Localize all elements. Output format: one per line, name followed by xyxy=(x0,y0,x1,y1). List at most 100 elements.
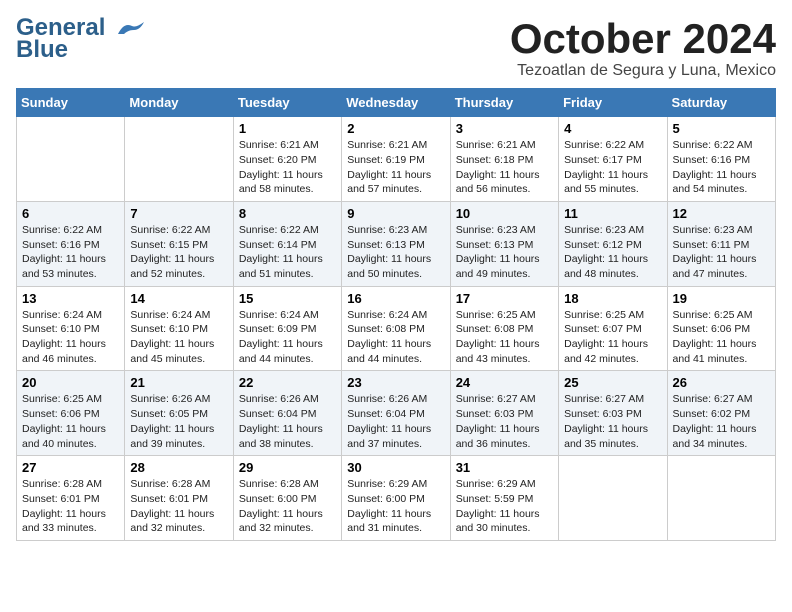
day-number: 28 xyxy=(130,460,227,475)
sunrise-label: Sunrise: 6:23 AM xyxy=(673,224,753,236)
sunrise-label: Sunrise: 6:21 AM xyxy=(347,139,427,151)
sunset-label: Sunset: 6:14 PM xyxy=(239,239,317,251)
day-number: 22 xyxy=(239,375,336,390)
sunrise-label: Sunrise: 6:24 AM xyxy=(130,309,210,321)
day-info: Sunrise: 6:26 AM Sunset: 6:04 PM Dayligh… xyxy=(239,392,336,451)
daylight-label: Daylight: 11 hours and 42 minutes. xyxy=(564,338,648,365)
calendar-week-row: 6 Sunrise: 6:22 AM Sunset: 6:16 PM Dayli… xyxy=(17,201,776,286)
calendar-cell: 28 Sunrise: 6:28 AM Sunset: 6:01 PM Dayl… xyxy=(125,456,233,541)
sunrise-label: Sunrise: 6:25 AM xyxy=(456,309,536,321)
calendar-cell: 16 Sunrise: 6:24 AM Sunset: 6:08 PM Dayl… xyxy=(342,286,450,371)
sunset-label: Sunset: 6:16 PM xyxy=(673,154,751,166)
daylight-label: Daylight: 11 hours and 33 minutes. xyxy=(22,508,106,535)
calendar-cell: 17 Sunrise: 6:25 AM Sunset: 6:08 PM Dayl… xyxy=(450,286,558,371)
daylight-label: Daylight: 11 hours and 48 minutes. xyxy=(564,253,648,280)
day-info: Sunrise: 6:21 AM Sunset: 6:18 PM Dayligh… xyxy=(456,138,553,197)
day-info: Sunrise: 6:23 AM Sunset: 6:13 PM Dayligh… xyxy=(347,223,444,282)
calendar-cell: 8 Sunrise: 6:22 AM Sunset: 6:14 PM Dayli… xyxy=(233,201,341,286)
day-info: Sunrise: 6:25 AM Sunset: 6:08 PM Dayligh… xyxy=(456,308,553,367)
day-number: 12 xyxy=(673,206,770,221)
daylight-label: Daylight: 11 hours and 36 minutes. xyxy=(456,423,540,450)
day-number: 6 xyxy=(22,206,119,221)
day-number: 31 xyxy=(456,460,553,475)
calendar-cell: 10 Sunrise: 6:23 AM Sunset: 6:13 PM Dayl… xyxy=(450,201,558,286)
daylight-label: Daylight: 11 hours and 31 minutes. xyxy=(347,508,431,535)
daylight-label: Daylight: 11 hours and 56 minutes. xyxy=(456,169,540,196)
sunset-label: Sunset: 6:01 PM xyxy=(130,493,208,505)
day-info: Sunrise: 6:22 AM Sunset: 6:15 PM Dayligh… xyxy=(130,223,227,282)
day-info: Sunrise: 6:22 AM Sunset: 6:16 PM Dayligh… xyxy=(22,223,119,282)
day-number: 8 xyxy=(239,206,336,221)
daylight-label: Daylight: 11 hours and 50 minutes. xyxy=(347,253,431,280)
daylight-label: Daylight: 11 hours and 38 minutes. xyxy=(239,423,323,450)
daylight-label: Daylight: 11 hours and 43 minutes. xyxy=(456,338,540,365)
sunset-label: Sunset: 6:17 PM xyxy=(564,154,642,166)
day-number: 5 xyxy=(673,121,770,136)
daylight-label: Daylight: 11 hours and 49 minutes. xyxy=(456,253,540,280)
sunset-label: Sunset: 6:08 PM xyxy=(347,323,425,335)
calendar-cell: 23 Sunrise: 6:26 AM Sunset: 6:04 PM Dayl… xyxy=(342,371,450,456)
daylight-label: Daylight: 11 hours and 55 minutes. xyxy=(564,169,648,196)
sunrise-label: Sunrise: 6:23 AM xyxy=(347,224,427,236)
day-number: 27 xyxy=(22,460,119,475)
calendar-cell: 18 Sunrise: 6:25 AM Sunset: 6:07 PM Dayl… xyxy=(559,286,667,371)
day-number: 10 xyxy=(456,206,553,221)
sunset-label: Sunset: 6:03 PM xyxy=(456,408,534,420)
sunset-label: Sunset: 6:15 PM xyxy=(130,239,208,251)
day-number: 20 xyxy=(22,375,119,390)
sunset-label: Sunset: 6:13 PM xyxy=(347,239,425,251)
calendar-cell xyxy=(125,117,233,202)
sunset-label: Sunset: 6:06 PM xyxy=(22,408,100,420)
sunrise-label: Sunrise: 6:23 AM xyxy=(456,224,536,236)
day-info: Sunrise: 6:24 AM Sunset: 6:09 PM Dayligh… xyxy=(239,308,336,367)
daylight-label: Daylight: 11 hours and 44 minutes. xyxy=(239,338,323,365)
weekday-header-wednesday: Wednesday xyxy=(342,89,450,117)
daylight-label: Daylight: 11 hours and 58 minutes. xyxy=(239,169,323,196)
calendar-cell: 2 Sunrise: 6:21 AM Sunset: 6:19 PM Dayli… xyxy=(342,117,450,202)
month-title: October 2024 xyxy=(510,16,776,62)
day-number: 16 xyxy=(347,291,444,306)
sunrise-label: Sunrise: 6:28 AM xyxy=(130,478,210,490)
calendar-cell: 31 Sunrise: 6:29 AM Sunset: 5:59 PM Dayl… xyxy=(450,456,558,541)
calendar-cell: 7 Sunrise: 6:22 AM Sunset: 6:15 PM Dayli… xyxy=(125,201,233,286)
daylight-label: Daylight: 11 hours and 52 minutes. xyxy=(130,253,214,280)
sunrise-label: Sunrise: 6:26 AM xyxy=(239,393,319,405)
sunset-label: Sunset: 6:13 PM xyxy=(456,239,534,251)
day-info: Sunrise: 6:26 AM Sunset: 6:05 PM Dayligh… xyxy=(130,392,227,451)
daylight-label: Daylight: 11 hours and 51 minutes. xyxy=(239,253,323,280)
daylight-label: Daylight: 11 hours and 32 minutes. xyxy=(130,508,214,535)
day-number: 3 xyxy=(456,121,553,136)
sunrise-label: Sunrise: 6:23 AM xyxy=(564,224,644,236)
sunset-label: Sunset: 5:59 PM xyxy=(456,493,534,505)
sunrise-label: Sunrise: 6:22 AM xyxy=(239,224,319,236)
day-info: Sunrise: 6:27 AM Sunset: 6:03 PM Dayligh… xyxy=(564,392,661,451)
calendar-cell: 20 Sunrise: 6:25 AM Sunset: 6:06 PM Dayl… xyxy=(17,371,125,456)
day-info: Sunrise: 6:29 AM Sunset: 5:59 PM Dayligh… xyxy=(456,477,553,536)
logo-subtext: Blue xyxy=(16,36,68,64)
location-title: Tezoatlan de Segura y Luna, Mexico xyxy=(510,62,776,80)
sunset-label: Sunset: 6:04 PM xyxy=(239,408,317,420)
sunset-label: Sunset: 6:03 PM xyxy=(564,408,642,420)
day-info: Sunrise: 6:23 AM Sunset: 6:13 PM Dayligh… xyxy=(456,223,553,282)
daylight-label: Daylight: 11 hours and 45 minutes. xyxy=(130,338,214,365)
day-info: Sunrise: 6:26 AM Sunset: 6:04 PM Dayligh… xyxy=(347,392,444,451)
logo: General Blue xyxy=(16,16,144,64)
daylight-label: Daylight: 11 hours and 30 minutes. xyxy=(456,508,540,535)
day-number: 19 xyxy=(673,291,770,306)
daylight-label: Daylight: 11 hours and 40 minutes. xyxy=(22,423,106,450)
day-number: 30 xyxy=(347,460,444,475)
sunrise-label: Sunrise: 6:22 AM xyxy=(130,224,210,236)
daylight-label: Daylight: 11 hours and 34 minutes. xyxy=(673,423,757,450)
day-info: Sunrise: 6:21 AM Sunset: 6:20 PM Dayligh… xyxy=(239,138,336,197)
calendar-cell: 5 Sunrise: 6:22 AM Sunset: 6:16 PM Dayli… xyxy=(667,117,775,202)
sunrise-label: Sunrise: 6:24 AM xyxy=(239,309,319,321)
day-number: 2 xyxy=(347,121,444,136)
sunset-label: Sunset: 6:04 PM xyxy=(347,408,425,420)
calendar-cell xyxy=(559,456,667,541)
day-info: Sunrise: 6:22 AM Sunset: 6:17 PM Dayligh… xyxy=(564,138,661,197)
daylight-label: Daylight: 11 hours and 37 minutes. xyxy=(347,423,431,450)
sunrise-label: Sunrise: 6:25 AM xyxy=(22,393,102,405)
day-number: 9 xyxy=(347,206,444,221)
sunset-label: Sunset: 6:00 PM xyxy=(239,493,317,505)
day-number: 7 xyxy=(130,206,227,221)
